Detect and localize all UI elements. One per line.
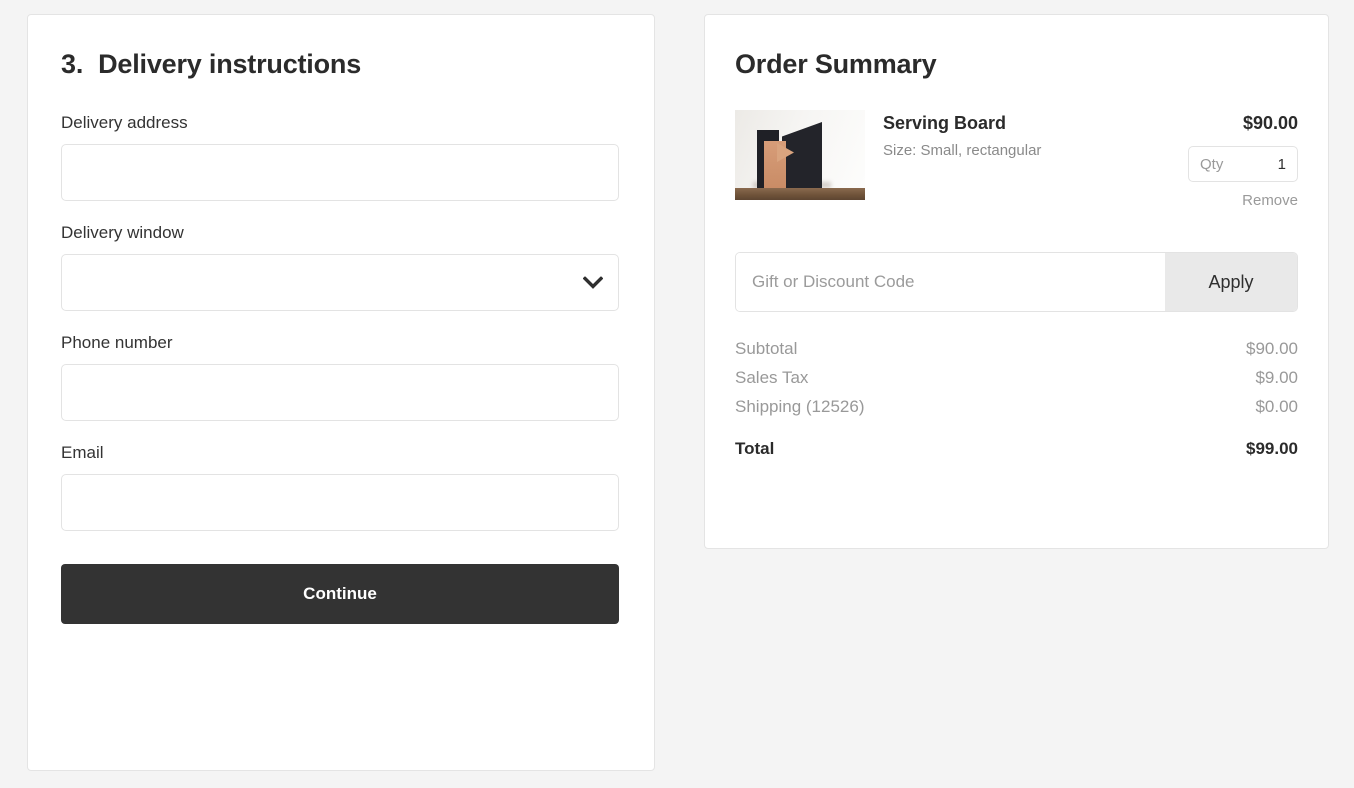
shipping-value: $0.00 [1255,397,1298,416]
email-label: Email [61,443,104,463]
sales-tax-label: Sales Tax [735,368,809,387]
product-variant: Size: Small, rectangular [883,142,1042,159]
shipping-row: Shipping (12526) $0.00 [735,397,1298,417]
shipping-label: Shipping (12526) [735,397,865,416]
section-title: Delivery instructions [98,49,362,79]
totals-section: Subtotal $90.00 Sales Tax $9.00 Shipping… [735,339,1298,459]
step-number: 3. [61,49,84,79]
delivery-address-label: Delivery address [61,113,188,132]
order-line-item: Serving Board Size: Small, rectangular $… [735,110,1298,209]
delivery-instructions-panel: 3. Delivery instructions Delivery addres… [27,14,655,771]
quantity-value: 1 [1277,155,1286,173]
subtotal-value: $90.00 [1246,339,1298,358]
field-phone-number: Phone number [61,332,621,422]
checkout-page: 3. Delivery instructions Delivery addres… [0,0,1354,788]
promo-code-row: Apply [735,252,1298,312]
delivery-address-input[interactable] [61,144,619,202]
subtotal-label: Subtotal [735,339,798,358]
continue-button[interactable]: Continue [61,564,619,625]
delivery-window-select[interactable] [61,254,619,312]
delivery-form: 3. Delivery instructions Delivery addres… [28,15,654,625]
order-summary-content: Order Summary Serving Board Size: Small,… [705,15,1328,459]
field-delivery-address: Delivery address [61,112,621,202]
order-summary-panel: Order Summary Serving Board Size: Small,… [704,14,1329,549]
promo-code-input[interactable] [736,253,1165,311]
field-email: Email [61,442,621,532]
order-summary-title: Order Summary [735,49,937,79]
delivery-window-select-wrap [61,254,619,312]
grand-total-value: $99.00 [1246,439,1298,458]
email-input[interactable] [61,474,619,532]
phone-number-input[interactable] [61,364,619,422]
subtotal-row: Subtotal $90.00 [735,339,1298,359]
field-delivery-window: Delivery window [61,222,621,312]
remove-item-link[interactable]: Remove [1188,192,1298,209]
page-title: 3. Delivery instructions [61,49,621,80]
grand-total-row: Total $99.00 [735,439,1298,459]
apply-promo-button[interactable]: Apply [1165,253,1297,311]
thumbnail-table-surface [735,188,865,200]
product-price-controls: $90.00 Qty 1 Remove [1188,110,1298,209]
phone-number-label: Phone number [61,333,173,353]
product-info: Serving Board Size: Small, rectangular [865,110,1188,159]
delivery-window-label: Delivery window [61,223,184,243]
sales-tax-row: Sales Tax $9.00 [735,368,1298,388]
product-name: Serving Board [883,113,1007,133]
product-price: $90.00 [1242,113,1298,133]
quantity-stepper[interactable]: Qty 1 [1188,146,1298,182]
grand-total-label: Total [735,439,775,458]
sales-tax-value: $9.00 [1255,368,1298,387]
quantity-label: Qty [1200,155,1224,173]
product-thumbnail [735,110,865,200]
